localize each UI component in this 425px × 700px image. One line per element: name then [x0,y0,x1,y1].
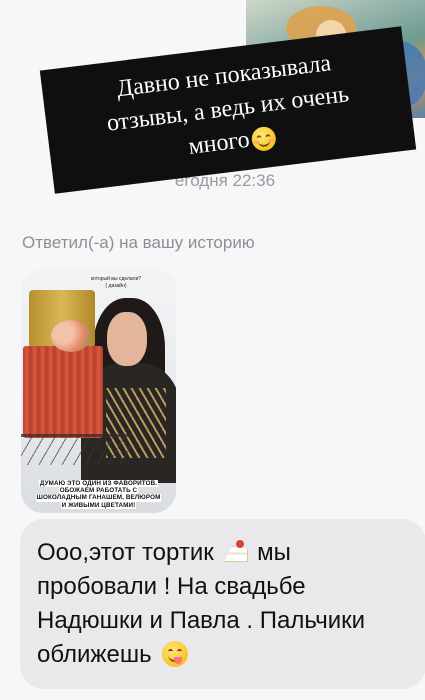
message-bubble[interactable]: Ооо,этот тортик мы пробовали ! На свадьб… [20,519,425,689]
message-text: Ооо,этот тортик мы пробовали ! На свадьб… [37,536,417,672]
story-person-face [107,312,147,366]
smiling-face-icon [250,126,277,153]
replied-story-preview[interactable]: который вы сделали? ( дизайн) ДУМАЮ ЭТО … [21,268,176,513]
message-part-1: Ооо,этот тортик [37,539,214,566]
story-question-sticker: который вы сделали? ( дизайн) [81,276,151,290]
overlay-line-3: ШОКОЛАДНЫМ ГАНАШЕМ, ВЕЛЮРОМ [35,494,162,502]
caption-line-3-text: много [187,126,251,160]
face-savoring-food-icon [162,641,189,667]
cake-bottom-tier [23,346,103,438]
overlay-line-2: ОБОЖАЕМ РАБОТАТЬ С [58,487,139,495]
caption-text: Давно не показывала отзывы, а ведь их оч… [41,38,414,181]
story-overlay-text: ДУМАЮ ЭТО ОДИН ИЗ ФАВОРИТОВ. ОБОЖАЕМ РАБ… [21,480,176,509]
shortcake-icon [222,540,249,562]
story-caption-overlay: Давно не показывала отзывы, а ведь их оч… [39,26,417,194]
cake-stand [21,434,131,465]
question-line-2: ( дизайн) [105,283,127,289]
question-line-1: который вы сделали? [90,276,142,282]
overlay-line-1: ДУМАЮ ЭТО ОДИН ИЗ ФАВОРИТОВ. [38,480,159,488]
overlay-line-4: И ЖИВЫМИ ЦВЕТАМИ! [60,501,137,509]
cake-flowers [51,320,91,352]
story-reply-label: Ответил(-а) на вашу историю [22,233,255,252]
